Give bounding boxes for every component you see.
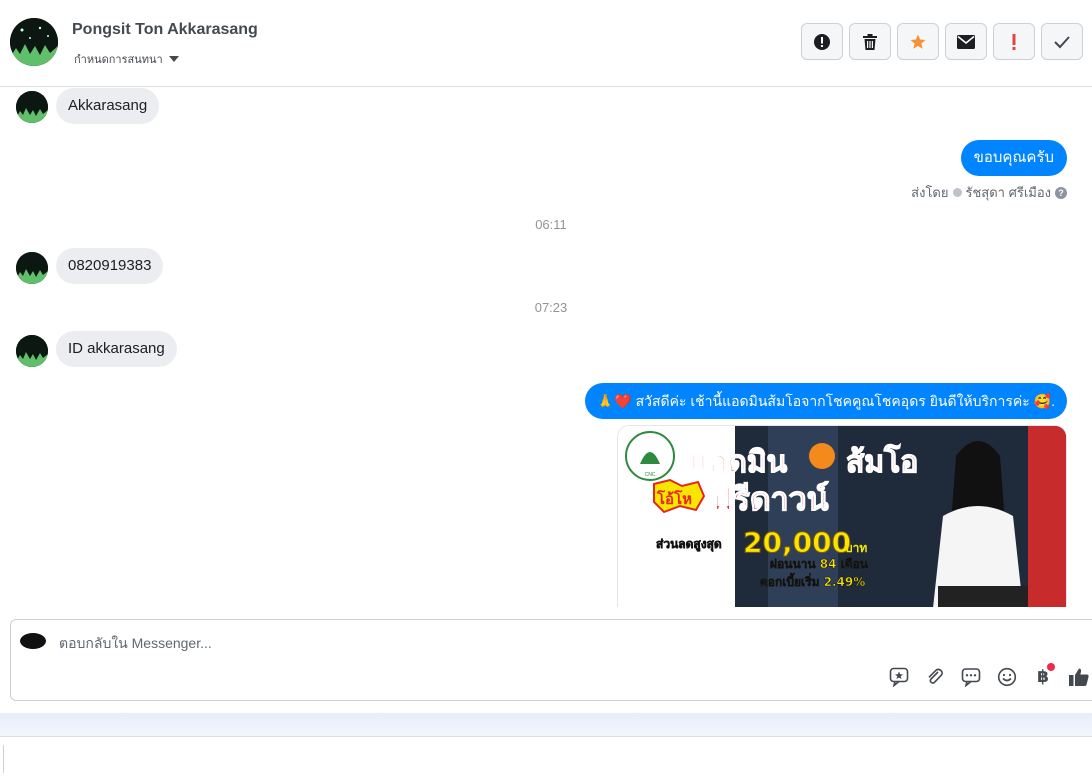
star-icon — [910, 34, 926, 49]
promo-image-attachment[interactable]: CNC แอดมิน ส้มโอ โอ้โห ฟรีดาวน์ ส่วนลดสู… — [617, 425, 1067, 607]
help-icon[interactable]: ? — [1055, 186, 1067, 199]
promo-discount-value: 20,000 — [743, 526, 851, 559]
bottom-separator — [0, 713, 1092, 737]
promo-discount-label: ส่วนลดสูงสุด — [656, 537, 722, 552]
timestamp: 07:23 — [534, 300, 568, 315]
reply-composer: ฿ — [10, 619, 1092, 701]
composer-tools: ฿ — [887, 663, 1091, 689]
trash-icon — [863, 33, 877, 50]
promo-tag: โอ้โห — [656, 489, 692, 508]
promo-line1b: ส้มโอ — [846, 443, 918, 480]
emoji-icon[interactable] — [995, 665, 1019, 689]
assign-label: กำหนดการสนทนา — [74, 54, 163, 66]
attachment-icon[interactable] — [923, 665, 947, 689]
star-button[interactable] — [897, 23, 939, 60]
logo-text: CNC — [645, 472, 656, 478]
delete-button[interactable] — [849, 23, 891, 60]
contact-name[interactable]: Pongsit Ton Akkarasang — [72, 21, 258, 39]
incoming-message: 0820919383 — [56, 248, 164, 284]
message-text: สวัสดีค่ะ เช้านี้แอดมินส้มโอจากโชคคูณโชค… — [635, 393, 1030, 409]
envelope-icon — [957, 34, 975, 49]
text-cursor — [3, 745, 4, 773]
promo-interest: ดอกเบี้ยเริ่ม 2.49% — [760, 572, 865, 589]
outgoing-message: 🙏❤️ สวัสดีค่ะ เช้านี้แอดมินส้มโอจากโชคคู… — [584, 383, 1067, 419]
like-icon[interactable] — [1067, 665, 1091, 689]
contact-avatar-small — [16, 252, 48, 284]
timestamp: 06:11 — [535, 217, 567, 232]
sent-by: ส่งโดย รัชสุดา ศรีเมือง ? — [911, 182, 1067, 203]
promo-line1: แอดมิน — [690, 445, 788, 480]
quick-reply-icon[interactable] — [959, 665, 983, 689]
check-icon — [1054, 35, 1070, 48]
contact-avatar[interactable] — [10, 18, 58, 66]
promo-headline: ฟรีดาวน์ — [710, 480, 829, 518]
notification-dot — [1047, 663, 1055, 671]
messenger-inbox: Pongsit Ton Akkarasang กำหนดการสนทนา Akk… — [0, 0, 1092, 777]
outgoing-message: ขอบคุณครับ — [960, 140, 1067, 176]
report-button[interactable] — [801, 23, 843, 60]
message-emoji: 🙏❤️ — [596, 393, 632, 409]
sent-by-name[interactable]: รัชสุดา ศรีเมือง — [966, 182, 1052, 203]
message-thread[interactable]: Akkarasang ขอบคุณครับ ส่งโดย รัชสุดา ศรี… — [0, 87, 1092, 607]
verified-icon — [952, 188, 962, 197]
page-logo-icon — [20, 633, 46, 649]
priority-button[interactable] — [993, 23, 1035, 60]
sent-by-prefix: ส่งโดย — [911, 185, 949, 200]
reply-input[interactable] — [59, 632, 859, 654]
exclamation-icon — [1012, 33, 1016, 50]
saved-reply-icon[interactable] — [887, 665, 911, 689]
mark-unread-button[interactable] — [945, 23, 987, 60]
chevron-down-icon — [168, 56, 179, 62]
incoming-message: ID akkarasang — [56, 331, 177, 367]
done-button[interactable] — [1041, 23, 1083, 60]
message-emoji: 🥰. — [1033, 393, 1055, 409]
contact-avatar-small — [16, 335, 48, 367]
exclamation-circle-icon — [814, 33, 830, 50]
header-actions — [801, 23, 1083, 60]
conversation-header: Pongsit Ton Akkarasang กำหนดการสนทนา — [0, 0, 1092, 87]
promo-installment: ผ่อนนาน 84 เดือน — [770, 557, 869, 571]
contact-avatar-small — [16, 91, 48, 123]
promo-currency: บาท — [845, 541, 867, 555]
incoming-message: Akkarasang — [56, 88, 160, 124]
baht-payment-icon[interactable]: ฿ — [1031, 663, 1055, 689]
assign-conversation-dropdown[interactable]: กำหนดการสนทนา — [74, 50, 179, 68]
